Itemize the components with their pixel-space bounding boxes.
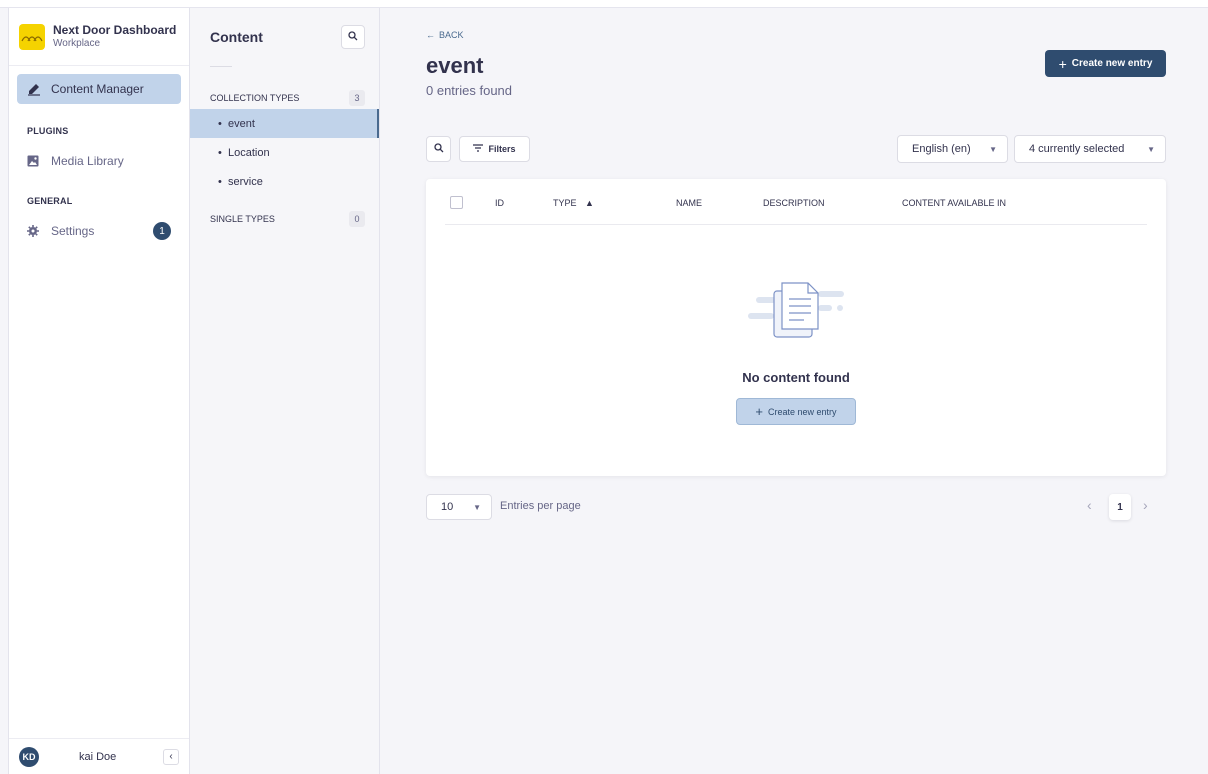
- user-bar: KD kai Doe ‹: [9, 738, 189, 774]
- gear-icon: [27, 225, 39, 237]
- group-count: 0: [349, 211, 365, 227]
- subnav-item-label: Location: [227, 146, 270, 159]
- chevron-left-icon: ‹: [169, 751, 173, 762]
- select-all-checkbox[interactable]: [450, 196, 463, 209]
- subnav-item-service[interactable]: • service: [190, 167, 379, 196]
- pagination-current-page[interactable]: 1: [1109, 494, 1131, 520]
- empty-create-entry-button[interactable]: + Create new entry: [736, 398, 856, 425]
- back-link[interactable]: ← BACK: [426, 30, 464, 40]
- entries-per-page-select[interactable]: 10 ▼: [426, 494, 492, 520]
- caret-down-icon: ▼: [473, 502, 481, 512]
- top-strip: [0, 0, 1208, 8]
- nav-item-content-manager[interactable]: Content Manager: [17, 74, 181, 104]
- empty-state-text: No content found: [742, 370, 850, 385]
- table-header: ID TYPE ▲ NAME DESCRIPTION CONTENT AVAIL…: [445, 179, 1147, 225]
- brand-logo: [19, 23, 45, 50]
- pencil-icon: [27, 82, 41, 96]
- sort-ascending-icon: ▲: [585, 198, 594, 208]
- caret-down-icon: ▼: [1147, 144, 1155, 154]
- brand-workspace: Workplace: [53, 38, 101, 49]
- column-header-content-available-in: CONTENT AVAILABLE IN: [902, 198, 1007, 208]
- nav-item-label: Content Manager: [51, 82, 144, 96]
- locale-select[interactable]: English (en) ▼: [897, 135, 1008, 163]
- chevron-right-icon[interactable]: ›: [1143, 497, 1148, 513]
- filter-icon: [473, 144, 484, 154]
- subnav-item-label: service: [227, 175, 263, 188]
- collection-types-header[interactable]: COLLECTION TYPES 3: [190, 87, 379, 109]
- avatar[interactable]: KD: [19, 746, 39, 767]
- button-label: Create new entry: [768, 406, 837, 417]
- filters-label: Filters: [488, 144, 516, 154]
- columns-select[interactable]: 4 currently selected ▼: [1014, 135, 1166, 163]
- section-general: GENERAL: [27, 196, 73, 206]
- create-new-entry-button[interactable]: + Create new entry: [1045, 50, 1166, 77]
- select-value: 10: [441, 501, 454, 513]
- brand-name: Next Door Dashboard: [53, 23, 177, 37]
- notification-badge: 1: [153, 222, 171, 240]
- divider: [210, 66, 232, 67]
- search-icon: [433, 140, 444, 158]
- chevron-left-icon[interactable]: ‹: [1087, 497, 1092, 513]
- back-label: BACK: [439, 30, 464, 40]
- search-icon: [348, 28, 358, 46]
- page-title: event: [426, 53, 484, 78]
- nav-item-settings[interactable]: Settings 1: [9, 216, 189, 246]
- subnav-item-event[interactable]: • event: [190, 109, 379, 138]
- nav-item-label: Settings: [51, 224, 95, 238]
- entries-table: ID TYPE ▲ NAME DESCRIPTION CONTENT AVAIL…: [426, 179, 1166, 476]
- column-header-label: TYPE: [553, 198, 577, 208]
- select-value: 4 currently selected: [1029, 143, 1125, 155]
- select-value: English (en): [912, 143, 971, 155]
- table-search-button[interactable]: [426, 136, 451, 162]
- subnav-item-label: event: [227, 117, 255, 130]
- filters-button[interactable]: Filters: [459, 136, 530, 162]
- column-header-id[interactable]: ID: [495, 198, 504, 208]
- arrow-left-icon: ←: [426, 30, 435, 40]
- group-label: SINGLE TYPES: [210, 214, 275, 224]
- section-plugins: PLUGINS: [27, 126, 69, 136]
- main-content: ← BACK event 0 entries found + Create ne…: [380, 8, 1208, 774]
- image-icon: [27, 155, 39, 167]
- entries-count: 0 entries found: [426, 83, 513, 98]
- entries-per-page-label: Entries per page: [500, 500, 581, 512]
- caret-down-icon: ▼: [989, 144, 997, 154]
- single-types-header[interactable]: SINGLE TYPES 0: [190, 208, 379, 230]
- plus-icon: +: [755, 404, 764, 419]
- user-name[interactable]: kai Doe: [79, 751, 116, 763]
- nav-item-label: Media Library: [51, 154, 124, 168]
- column-header-name[interactable]: NAME: [676, 198, 702, 208]
- main-navigation: Next Door Dashboard Workplace Content Ma…: [8, 8, 190, 774]
- nav-item-media-library[interactable]: Media Library: [9, 146, 189, 176]
- empty-documents-icon: [744, 279, 848, 346]
- subnav-title: Content: [210, 29, 263, 45]
- group-label: COLLECTION TYPES: [210, 93, 300, 103]
- brand[interactable]: Next Door Dashboard Workplace: [9, 8, 189, 66]
- content-subnav: Content COLLECTION TYPES 3 • event • Loc…: [190, 8, 380, 774]
- button-label: Create new entry: [1071, 58, 1153, 69]
- column-header-type[interactable]: TYPE ▲: [553, 198, 594, 208]
- column-header-description[interactable]: DESCRIPTION: [763, 198, 825, 208]
- subnav-search-button[interactable]: [341, 25, 365, 49]
- collapse-nav-button[interactable]: ‹: [163, 748, 179, 765]
- group-count: 3: [349, 90, 365, 106]
- plus-icon: +: [1058, 55, 1067, 72]
- subnav-item-location[interactable]: • Location: [190, 138, 379, 167]
